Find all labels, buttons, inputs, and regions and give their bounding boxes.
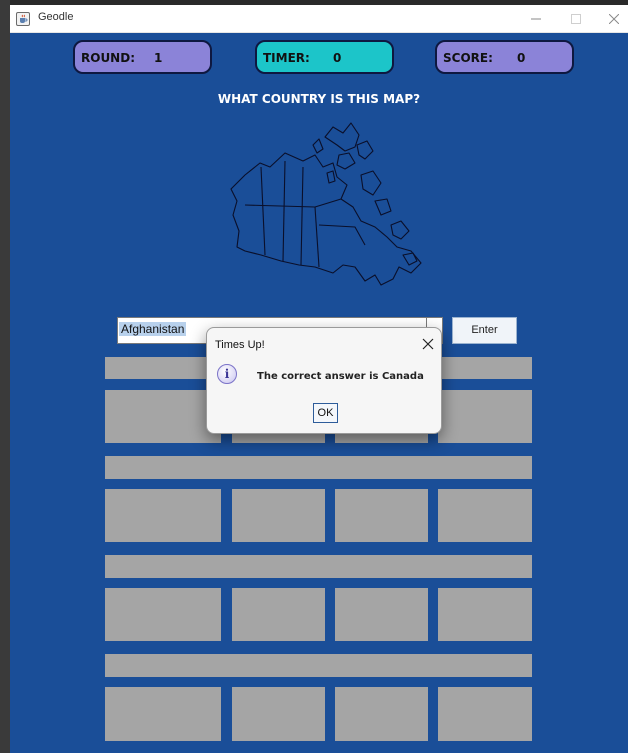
dialog-message: The correct answer is Canada [257,371,424,382]
hint-cell-4-1 [105,687,221,741]
java-coffee-icon [16,12,30,26]
canada-map-icon [215,115,435,295]
times-up-dialog: Times Up! i The correct answer is Canada… [206,327,442,434]
maximize-button[interactable] [556,5,596,32]
hint-cell-4-3 [335,687,428,741]
guess-bar-2 [105,456,532,479]
hint-cell-1-1 [105,390,221,443]
hint-cell-4-2 [232,687,325,741]
info-icon: i [217,364,237,384]
guess-bar-3 [105,555,532,578]
hint-cell-3-1 [105,588,221,641]
hint-cell-3-4 [438,588,532,641]
close-button[interactable] [594,5,628,32]
guess-bar-4 [105,654,532,677]
enter-button[interactable]: Enter [452,317,517,344]
round-counter: ROUND: 1 [73,40,212,74]
hint-cell-2-1 [105,489,221,542]
hint-cell-2-3 [335,489,428,542]
timer-value: 0 [333,51,342,65]
ok-button[interactable]: OK [313,403,338,423]
hint-cell-3-3 [335,588,428,641]
dialog-title: Times Up! [215,339,265,351]
timer-label: TIMER: [263,51,310,65]
dialog-close-icon[interactable] [421,337,435,351]
timer-display: TIMER: 0 [255,40,394,74]
hint-cell-2-4 [438,489,532,542]
app-window: Geodle ROUND: 1 TIMER: 0 SCORE: 0 WHAT C… [10,5,628,753]
hint-cell-2-2 [232,489,325,542]
score-value: 0 [517,51,526,65]
country-input-value: Afghanistan [119,322,187,336]
score-display: SCORE: 0 [435,40,574,74]
minimize-button[interactable] [516,5,556,32]
round-label: ROUND: [81,51,135,65]
hint-cell-1-4 [438,390,532,443]
desktop-edge [0,0,10,753]
score-label: SCORE: [443,51,493,65]
window-title: Geodle [38,11,74,23]
question-heading: WHAT COUNTRY IS THIS MAP? [217,92,421,106]
title-bar: Geodle [10,5,628,33]
hint-cell-4-4 [438,687,532,741]
hint-cell-3-2 [232,588,325,641]
round-value: 1 [154,51,163,65]
